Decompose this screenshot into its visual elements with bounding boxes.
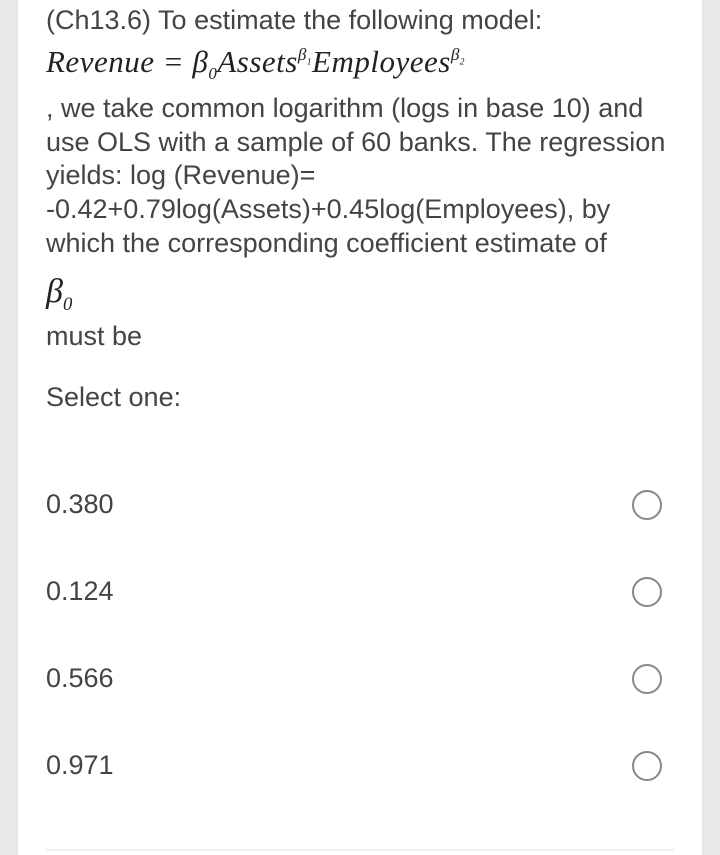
- option-label: 0.124: [46, 576, 114, 607]
- beta0-symbol: β0: [46, 273, 674, 316]
- select-one-text: Select one:: [46, 382, 674, 413]
- option-row[interactable]: 0.380: [46, 461, 674, 548]
- divider: [46, 849, 674, 851]
- option-label: 0.971: [46, 750, 114, 781]
- radio-icon[interactable]: [632, 664, 662, 694]
- option-label: 0.566: [46, 663, 114, 694]
- option-row[interactable]: 0.124: [46, 548, 674, 635]
- radio-icon[interactable]: [632, 490, 662, 520]
- must-be-text: must be: [46, 321, 674, 352]
- question-card: (Ch13.6) To estimate the following model…: [18, 0, 702, 855]
- question-body: , we take common logarithm (logs in base…: [46, 88, 674, 261]
- radio-icon[interactable]: [632, 751, 662, 781]
- option-row[interactable]: 0.566: [46, 635, 674, 722]
- options-group: 0.380 0.124 0.566 0.971: [46, 461, 674, 809]
- model-equation: Revenue = β0Assetsβ1Employeesβ2: [46, 44, 674, 84]
- option-row[interactable]: 0.971: [46, 722, 674, 809]
- radio-icon[interactable]: [632, 577, 662, 607]
- option-label: 0.380: [46, 489, 114, 520]
- question-intro: (Ch13.6) To estimate the following model…: [46, 0, 674, 38]
